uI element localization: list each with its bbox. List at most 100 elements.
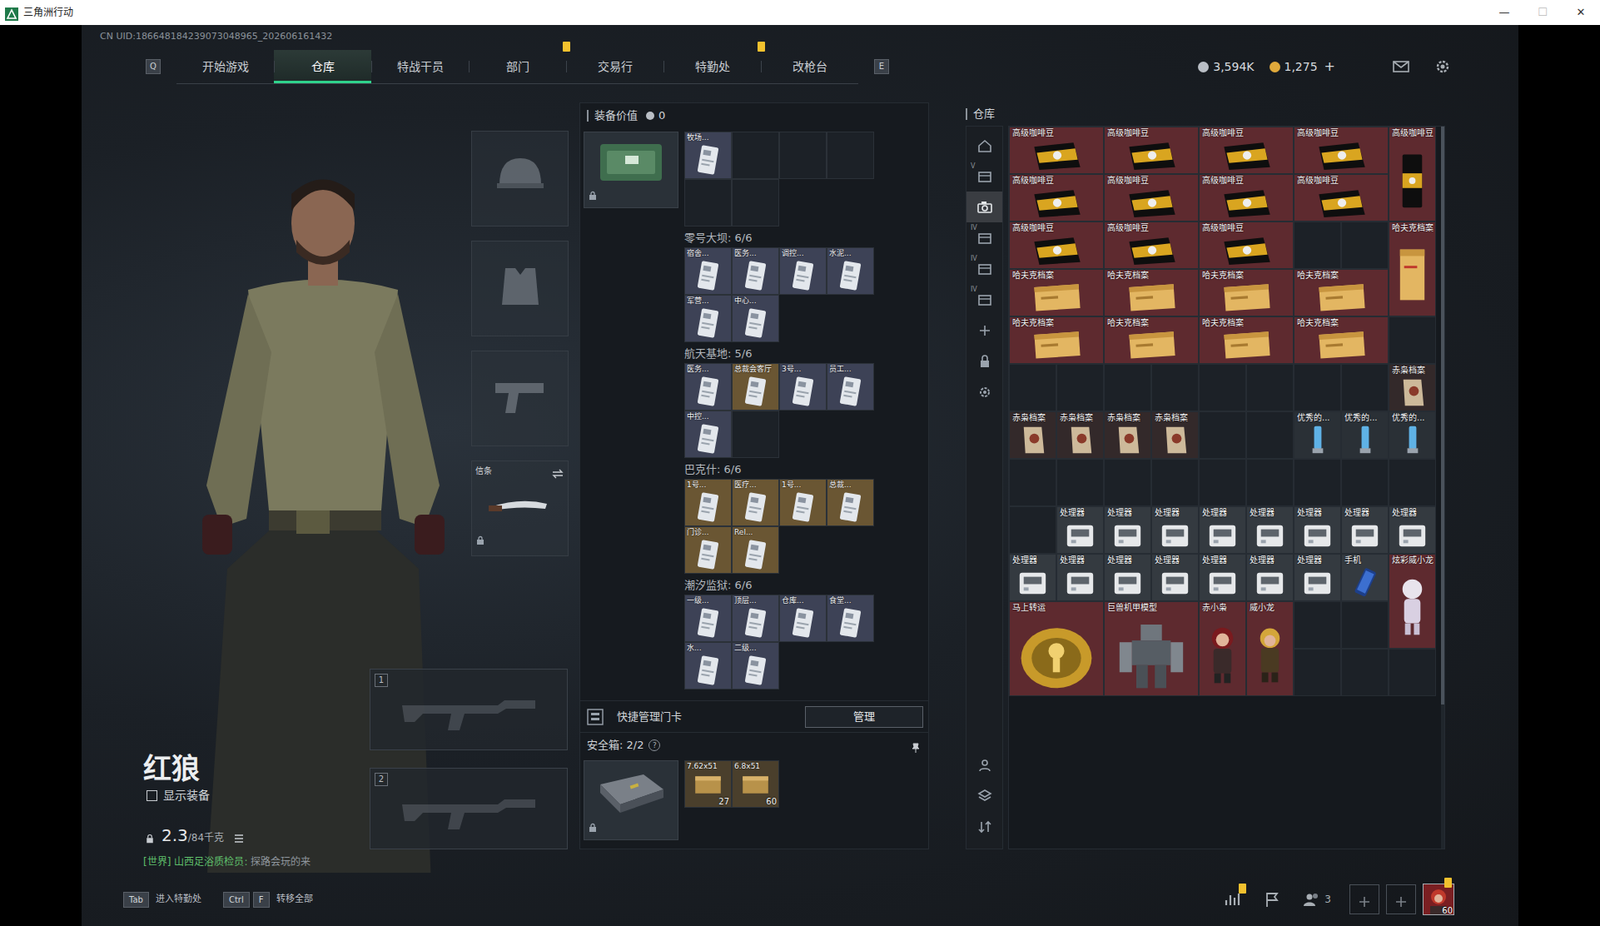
inventory-item[interactable]: 哈夫克档案 — [1198, 316, 1294, 364]
keycard[interactable]: 3号... — [780, 363, 826, 410]
item-tile[interactable]: 赤枭档案 — [1389, 364, 1436, 411]
key-hint[interactable]: CtrlF转移全部 — [223, 891, 314, 908]
inventory-item[interactable]: 赤枭档案 — [1388, 363, 1437, 412]
keycard-slot[interactable]: 医务... — [731, 247, 780, 295]
nav-tab[interactable]: 开始游戏 — [176, 49, 274, 84]
keycard[interactable]: 医疗... — [732, 479, 779, 526]
warehouse-tab[interactable]: IV — [966, 253, 1003, 284]
inventory-item[interactable]: 哈夫克档案 — [1103, 268, 1199, 317]
empty-cell[interactable] — [1246, 458, 1294, 507]
empty-slot[interactable] — [684, 178, 732, 227]
item-tile[interactable]: 哈夫克档案 — [1199, 269, 1293, 316]
warehouse-tab[interactable]: IV — [966, 222, 1003, 254]
inventory-item[interactable]: 炫彩威小龙 — [1388, 553, 1437, 649]
keycard-slot[interactable]: 1号... — [684, 478, 732, 527]
empty-cell[interactable] — [1293, 221, 1342, 269]
warehouse-tab[interactable] — [966, 129, 1003, 161]
item-tile[interactable]: 高级咖啡豆 — [1009, 174, 1104, 221]
item-tile[interactable]: 高级咖啡豆 — [1199, 174, 1293, 221]
mail-icon[interactable] — [1391, 57, 1411, 76]
item-tile[interactable]: 炫彩威小龙 — [1389, 554, 1436, 648]
inventory-item[interactable]: 赤枭档案 — [1056, 411, 1104, 459]
inventory-item[interactable]: 高级咖啡豆 — [1198, 126, 1294, 174]
empty-cell[interactable] — [1056, 458, 1104, 507]
empty-cell[interactable] — [1341, 221, 1389, 269]
item-tile[interactable]: 处理器 — [1389, 506, 1436, 553]
inventory-item[interactable]: 高级咖啡豆 — [1293, 126, 1389, 174]
item-tile[interactable]: 处理器 — [1057, 506, 1104, 553]
empty-cell[interactable] — [1293, 648, 1342, 696]
keycard-slot[interactable]: 水泥... — [826, 247, 875, 295]
inventory-item[interactable]: 高级咖啡豆 — [1008, 126, 1104, 174]
empty-cell[interactable] — [1293, 363, 1342, 412]
next-tab-key[interactable]: E — [874, 59, 890, 75]
inventory-item[interactable]: 马上转运 — [1008, 601, 1104, 696]
inventory-item[interactable]: 处理器 — [1388, 506, 1437, 554]
keycard[interactable]: 1号... — [685, 479, 731, 526]
item-tile[interactable]: 高级咖啡豆 — [1104, 222, 1198, 269]
keycard[interactable]: 医务... — [732, 248, 779, 294]
empty-cell[interactable] — [1198, 411, 1247, 459]
keycard[interactable]: 门诊... — [685, 526, 731, 573]
item-tile[interactable]: 高级咖啡豆 — [1199, 127, 1293, 174]
inventory-item[interactable]: 优秀的... — [1293, 411, 1342, 459]
keycard[interactable]: 二级... — [732, 642, 779, 689]
inventory-item[interactable]: 优秀的... — [1388, 411, 1437, 459]
inventory-item[interactable]: 高级咖啡豆 — [1008, 173, 1104, 222]
keycard[interactable]: 仓库... — [780, 595, 826, 641]
keycard-slot[interactable]: 医务... — [684, 362, 732, 411]
item-tile[interactable]: 赤小枭 — [1199, 601, 1246, 696]
manage-button[interactable]: 管理 — [804, 705, 924, 728]
nav-tab[interactable]: 部门 — [468, 49, 567, 84]
inventory-item[interactable]: 处理器 — [1293, 506, 1342, 554]
keycard-holder[interactable] — [583, 131, 679, 209]
inventory-item[interactable]: 处理器 — [1246, 506, 1294, 554]
empty-cell[interactable] — [1151, 363, 1199, 412]
item-tile[interactable]: 哈夫克档案 — [1294, 317, 1388, 363]
keycard-slot[interactable]: 门诊... — [684, 526, 732, 574]
inventory-item[interactable]: 高级咖啡豆 — [1198, 173, 1294, 222]
empty-cell[interactable] — [1246, 411, 1294, 459]
empty-cell[interactable] — [1341, 601, 1389, 649]
keycard[interactable]: 医务... — [685, 363, 731, 410]
keycard-slot[interactable]: 1号... — [779, 478, 827, 527]
inventory-item[interactable]: 赤枭档案 — [1008, 411, 1057, 459]
empty-cell[interactable] — [1008, 363, 1057, 412]
item-tile[interactable]: 巨兽机甲模型 — [1104, 601, 1198, 696]
keycard[interactable]: 员工... — [827, 363, 874, 410]
item-tile[interactable]: 哈夫克档案 — [1104, 269, 1198, 316]
keycard[interactable]: 中心... — [732, 295, 779, 342]
keycard[interactable]: 军营... — [685, 295, 731, 342]
invite-slot[interactable] — [1386, 884, 1417, 915]
inventory-item[interactable]: 高级咖啡豆 — [1103, 126, 1199, 174]
inventory-item[interactable]: 高级咖啡豆 — [1198, 221, 1294, 269]
item-tile[interactable]: 高级咖啡豆 — [1009, 127, 1104, 174]
scrollbar[interactable] — [1440, 126, 1445, 849]
keycard[interactable]: 中控... — [685, 411, 731, 458]
keycard-slot[interactable]: 仓库... — [779, 594, 827, 642]
empty-cell[interactable] — [1198, 363, 1247, 412]
inventory-item[interactable]: 处理器 — [1056, 506, 1104, 554]
keycard[interactable]: 宿舍... — [685, 248, 731, 294]
inventory-item[interactable]: 哈夫克档案 — [1103, 316, 1199, 364]
prev-tab-key[interactable]: Q — [145, 59, 161, 75]
warehouse-tab[interactable] — [966, 191, 1003, 223]
warehouse-tab[interactable] — [966, 376, 1003, 408]
item-tile[interactable]: 哈夫克档案 — [1009, 317, 1104, 363]
settings-gear-icon[interactable] — [1433, 57, 1452, 76]
inventory-item[interactable]: 处理器 — [1103, 506, 1152, 554]
empty-slot[interactable] — [731, 410, 780, 458]
keycard-slot[interactable]: 二级... — [731, 641, 780, 690]
inventory-item[interactable]: 处理器 — [1293, 553, 1342, 602]
inventory-item[interactable]: 优秀的... — [1341, 411, 1389, 459]
inventory-item[interactable]: 处理器 — [1151, 506, 1199, 554]
inventory-item[interactable]: 巨兽机甲模型 — [1103, 601, 1199, 696]
item-tile[interactable]: 哈夫克档案 — [1199, 317, 1293, 363]
empty-slot[interactable] — [826, 131, 875, 179]
keycard-slot[interactable]: 宿舍... — [684, 247, 732, 295]
keycard[interactable]: 水... — [685, 642, 731, 689]
keycard-slot[interactable]: 中控... — [684, 410, 732, 458]
inventory-item[interactable]: 处理器 — [1103, 553, 1152, 602]
warehouse-tab[interactable]: V — [966, 160, 1003, 192]
inventory-item[interactable]: 处理器 — [1246, 553, 1294, 602]
